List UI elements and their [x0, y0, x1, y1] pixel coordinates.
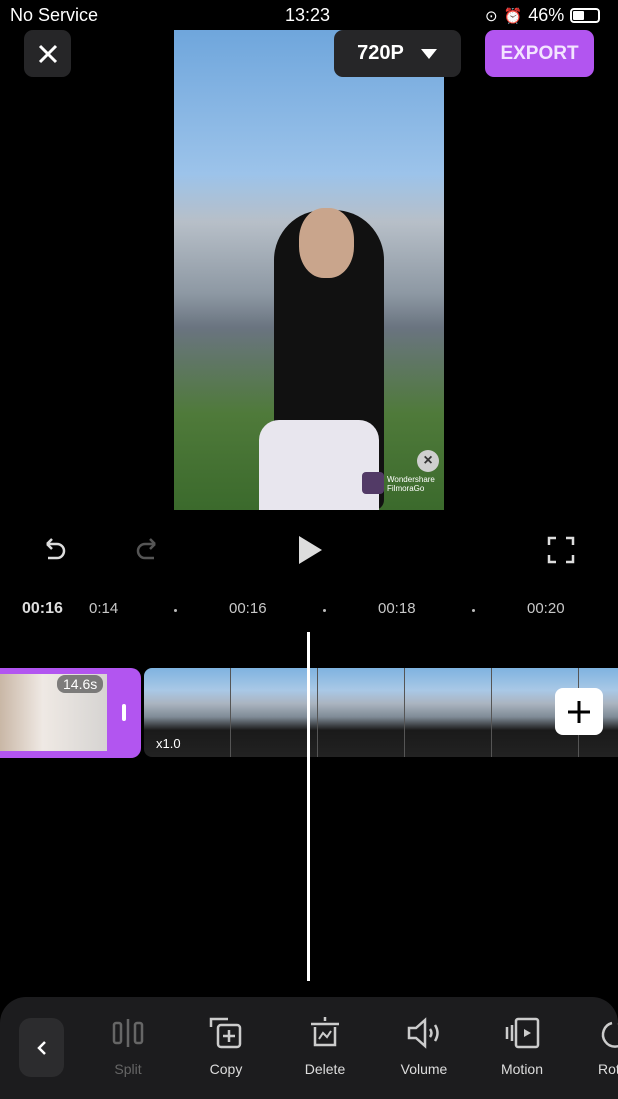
back-button[interactable] — [19, 1018, 64, 1077]
tool-label: Copy — [209, 1061, 243, 1077]
trim-handle[interactable] — [122, 704, 126, 721]
status-icons: ⊙ ⏰ 46% — [485, 5, 601, 26]
battery-percent: 46% — [528, 5, 565, 25]
clip-speed: x1.0 — [156, 736, 181, 751]
fullscreen-button[interactable] — [541, 530, 581, 570]
undo-icon — [46, 538, 66, 560]
watermark-brand: Wondershare — [387, 475, 435, 484]
tool-split[interactable]: Split — [83, 1015, 173, 1077]
play-button[interactable] — [290, 530, 330, 570]
filmorago-logo-icon — [362, 472, 384, 494]
tool-label: Motion — [500, 1061, 544, 1077]
clock: 13:23 — [285, 5, 331, 25]
ruler-dot — [323, 609, 326, 612]
add-clip-button[interactable] — [555, 688, 603, 735]
battery-icon — [570, 8, 601, 23]
tool-rotate[interactable]: Rot — [575, 1015, 618, 1077]
chevron-down-icon — [420, 48, 437, 59]
copy-icon — [209, 1017, 242, 1049]
video-preview[interactable]: Wondershare FilmoraGo × — [174, 30, 444, 510]
ruler-label: 00:16 — [229, 600, 267, 617]
remove-watermark-button[interactable]: × — [417, 450, 439, 472]
tool-label: Delete — [304, 1061, 346, 1077]
subject-head — [299, 208, 354, 278]
tool-label: Rot — [598, 1061, 618, 1077]
chevron-left-icon — [36, 1040, 46, 1055]
resolution-dropdown[interactable]: 720P — [334, 30, 461, 77]
play-icon — [299, 536, 322, 564]
motion-icon — [505, 1017, 540, 1049]
close-button[interactable] — [24, 30, 71, 77]
ruler-dot — [174, 609, 177, 612]
carrier: No Service — [10, 5, 99, 25]
export-button[interactable]: EXPORT — [485, 30, 594, 77]
tool-copy[interactable]: Copy — [181, 1015, 271, 1077]
ruler-label: 00:18 — [378, 600, 416, 617]
clip-2[interactable]: x1.0 — [144, 668, 618, 757]
redo-button[interactable] — [128, 530, 168, 570]
tool-volume[interactable]: Volume — [379, 1015, 469, 1077]
split-icon — [112, 1019, 144, 1047]
clip-duration: 14.6s — [57, 675, 104, 693]
watermark-product: FilmoraGo — [387, 484, 425, 493]
plus-icon — [568, 700, 590, 723]
tool-label: Split — [114, 1061, 142, 1077]
ruler-label: 00:20 — [527, 600, 565, 617]
alarm-icon: ⏰ — [503, 7, 523, 25]
redo-icon — [136, 538, 156, 560]
close-icon — [38, 44, 57, 63]
ruler-dot — [472, 609, 475, 612]
volume-icon — [407, 1017, 439, 1049]
tool-label: Volume — [400, 1061, 448, 1077]
fullscreen-icon — [547, 536, 575, 564]
rotate-icon — [601, 1021, 618, 1048]
undo-button[interactable] — [34, 530, 74, 570]
resolution-value: 720P — [357, 42, 404, 64]
tool-motion[interactable]: Motion — [477, 1015, 567, 1077]
ruler-label: 0:14 — [89, 600, 119, 617]
rotation-lock-icon: ⊙ — [485, 7, 498, 25]
current-time: 00:16 — [22, 600, 63, 617]
tool-delete[interactable]: Delete — [280, 1015, 370, 1077]
playhead[interactable] — [307, 632, 310, 981]
clip-1-selected[interactable]: 14.6s — [0, 668, 141, 758]
subject-pants — [259, 420, 379, 510]
delete-icon — [311, 1017, 339, 1047]
